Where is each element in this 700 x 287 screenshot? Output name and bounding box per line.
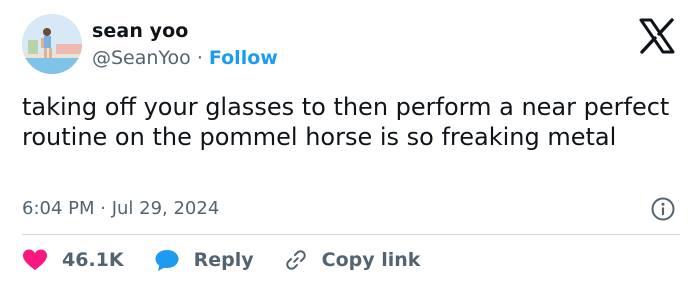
copy-link-label: Copy link bbox=[321, 249, 421, 271]
divider bbox=[22, 234, 680, 235]
reply-label: Reply bbox=[193, 249, 254, 271]
handle-separator: · bbox=[196, 47, 203, 69]
info-icon[interactable] bbox=[650, 196, 676, 222]
heart-icon bbox=[23, 249, 47, 270]
x-logo-icon[interactable] bbox=[638, 18, 676, 54]
reply-bubble-icon bbox=[155, 250, 179, 271]
tweet-text: taking off your glasses to then perform … bbox=[22, 93, 670, 151]
link-icon bbox=[285, 250, 306, 270]
author-handle[interactable]: @SeanYoo bbox=[92, 47, 191, 69]
reply-button[interactable]: Reply bbox=[154, 248, 254, 272]
author-handle-line: @SeanYoo · Follow bbox=[92, 47, 278, 69]
like-button[interactable]: 46.1K bbox=[22, 248, 124, 272]
copy-link-button[interactable]: Copy link bbox=[284, 248, 421, 272]
author-display-name[interactable]: sean yoo bbox=[92, 20, 188, 42]
tweet-timestamp[interactable]: 6:04 PM · Jul 29, 2024 bbox=[22, 198, 219, 219]
avatar-image bbox=[22, 14, 82, 74]
like-count: 46.1K bbox=[62, 249, 124, 271]
action-bar: 46.1K Reply Copy link bbox=[22, 246, 420, 274]
follow-button[interactable]: Follow bbox=[209, 47, 278, 69]
avatar[interactable] bbox=[22, 14, 82, 74]
